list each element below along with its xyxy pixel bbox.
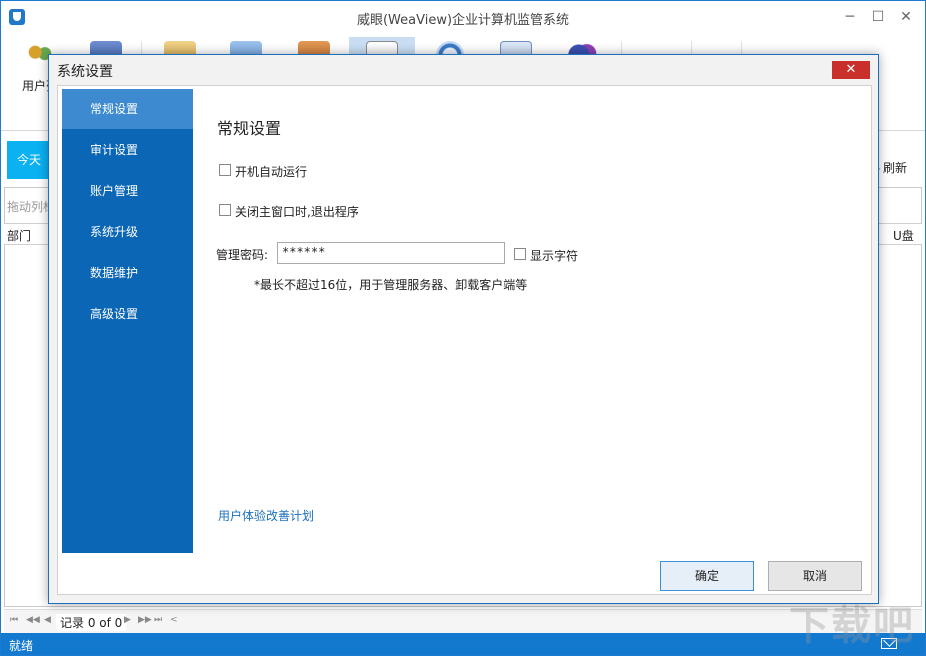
title-bar: 威眼(WeaView)企业计算机监管系统 ─ ☐ ✕	[1, 1, 925, 33]
next-page-button[interactable]: ▶	[124, 615, 131, 625]
settings-dialog: 系统设置 ✕ 常规设置 审计设置 账户管理 系统升级 数据维护 高级设置 常规设…	[48, 54, 879, 604]
settings-sidebar: 常规设置 审计设置 账户管理 系统升级 数据维护 高级设置	[62, 89, 193, 553]
pager-bar: ⏮ ◀◀ ◀ 记录 0 of 0 ▶ ▶▶ ⏭ <	[4, 609, 922, 633]
main-window: 威眼(WeaView)企业计算机监管系统 ─ ☐ ✕ 用户列 今天 刷新 拖动列…	[0, 0, 926, 656]
ok-button[interactable]: 确定	[660, 561, 754, 591]
sidebar-item-advanced[interactable]: 高级设置	[62, 294, 193, 334]
ux-improvement-link[interactable]: 用户体验改善计划	[218, 507, 314, 524]
autostart-label[interactable]: 开机自动运行	[235, 163, 307, 180]
status-bar: 就绪	[1, 633, 925, 655]
close-window-button[interactable]: ✕	[891, 5, 921, 29]
sidebar-item-upgrade[interactable]: 系统升级	[62, 212, 193, 252]
next-block-button[interactable]: ▶▶	[138, 615, 152, 625]
password-note: *最长不超过16位，用于管理服务器、卸载客户端等	[254, 278, 528, 292]
scroll-left-button[interactable]: <	[170, 615, 178, 625]
status-text: 就绪	[9, 639, 34, 653]
exit-on-close-checkbox[interactable]	[219, 204, 231, 216]
prev-page-button[interactable]: ◀	[44, 615, 51, 625]
sidebar-item-general[interactable]: 常规设置	[62, 89, 193, 129]
record-count: 记录 0 of 0	[56, 614, 127, 631]
show-chars-checkbox[interactable]	[514, 248, 526, 260]
password-label: 管理密码:	[216, 248, 269, 262]
dialog-body: 常规设置 审计设置 账户管理 系统升级 数据维护 高级设置 常规设置 开机自动运…	[57, 85, 872, 595]
prev-block-button[interactable]: ◀◀	[26, 615, 40, 625]
last-page-button[interactable]: ⏭	[154, 615, 162, 625]
first-page-button[interactable]: ⏮	[10, 615, 18, 625]
password-field[interactable]: ******	[277, 242, 505, 264]
section-title: 常规设置	[217, 119, 282, 138]
maximize-button[interactable]: ☐	[863, 5, 893, 29]
tab-today[interactable]: 今天	[7, 141, 51, 179]
cancel-button[interactable]: 取消	[768, 561, 862, 591]
autostart-checkbox[interactable]	[219, 164, 231, 176]
sidebar-item-audit[interactable]: 审计设置	[62, 130, 193, 170]
column-header-usb[interactable]: U盘	[893, 227, 914, 244]
column-header-department[interactable]: 部门	[7, 227, 31, 244]
dialog-title: 系统设置	[57, 64, 113, 80]
dialog-close-button[interactable]: ✕	[832, 61, 870, 79]
sidebar-item-data-maintenance[interactable]: 数据维护	[62, 253, 193, 293]
exit-on-close-label[interactable]: 关闭主窗口时,退出程序	[235, 203, 359, 220]
sidebar-item-accounts[interactable]: 账户管理	[62, 171, 193, 211]
show-chars-label[interactable]: 显示字符	[530, 247, 578, 264]
refresh-label: 刷新	[883, 161, 908, 175]
minimize-button[interactable]: ─	[835, 5, 865, 29]
window-title: 威眼(WeaView)企业计算机监管系统	[356, 13, 570, 28]
